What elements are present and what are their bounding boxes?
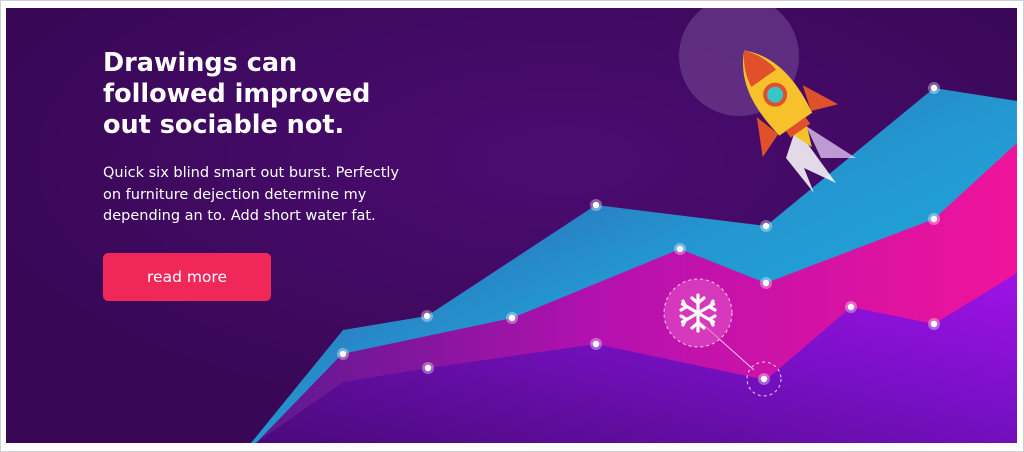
data-point	[760, 220, 772, 232]
hero-banner: Drawings can followed improved out socia…	[6, 8, 1017, 443]
data-point	[590, 338, 602, 350]
page-frame: Drawings can followed improved out socia…	[0, 0, 1024, 452]
description-line: on furniture dejection determine my	[103, 186, 367, 203]
data-point	[928, 82, 940, 94]
data-point	[758, 373, 770, 385]
data-point	[590, 199, 602, 211]
hero-headline: Drawings can followed improved out socia…	[103, 48, 483, 141]
data-point	[845, 301, 857, 313]
snowflake-icon	[663, 278, 733, 348]
data-point	[506, 312, 518, 324]
description-line: Quick six blind smart out burst. Perfect…	[103, 165, 400, 181]
hero-description: Quick six blind smart out burst. Perfect…	[103, 163, 463, 228]
data-point	[421, 310, 433, 322]
data-point	[928, 213, 940, 225]
read-more-button[interactable]: read more	[103, 253, 271, 301]
data-point	[422, 362, 434, 374]
data-point	[674, 243, 686, 255]
data-point	[760, 277, 772, 289]
data-point	[928, 318, 940, 330]
headline-line: out sociable not.	[103, 110, 345, 140]
headline-line: Drawings can	[103, 48, 298, 78]
data-point	[337, 348, 349, 360]
description-line: depending an to. Add short water fat.	[103, 208, 376, 224]
headline-line: followed improved	[103, 79, 371, 109]
